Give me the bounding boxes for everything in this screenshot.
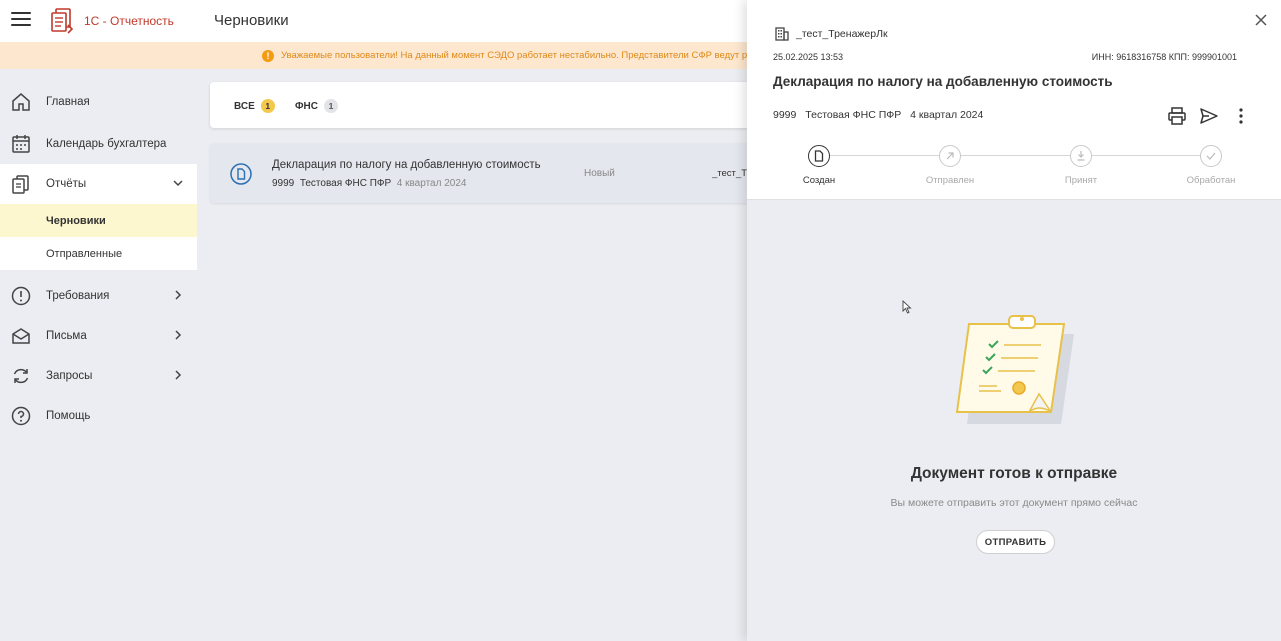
more-vertical-icon[interactable] (1231, 106, 1251, 126)
count-badge: 1 (323, 99, 338, 113)
row-period: 4 квартал 2024 (396, 178, 467, 189)
warning-icon: ! (262, 50, 274, 62)
sidebar-item-label: Запросы (46, 370, 93, 382)
banner-text: Уважаемые пользователи! На данный момент… (281, 50, 748, 61)
envelope-icon (12, 328, 30, 344)
status-stepper: Создан Отправлен Принят Обработан (799, 145, 1235, 190)
brand-name[interactable]: 1С - Отчетность (84, 14, 174, 28)
step-sent: Отправлен (910, 145, 990, 186)
document-date: 25.02.2025 13:53 (773, 52, 844, 62)
tab-label: ВСЕ (234, 100, 255, 112)
tab-label: ФНС (295, 100, 318, 112)
row-title: Декларация по налогу на добавленную стои… (272, 159, 541, 171)
step-label: Обработан (1186, 175, 1236, 186)
sidebar-item-letters[interactable]: Письма (0, 316, 197, 356)
reports-submenu: Черновики Отправленные (0, 204, 197, 270)
sidebar-item-label: Календарь бухгалтера (46, 138, 167, 150)
step-accepted: Принят (1041, 145, 1121, 186)
sidebar-item-label: Требования (46, 290, 110, 302)
refresh-icon (13, 368, 29, 384)
step-label: Принят (1064, 175, 1098, 186)
calendar-icon (12, 135, 30, 153)
sidebar-item-label: Главная (46, 96, 90, 108)
mouse-cursor-icon (902, 300, 912, 314)
download-icon (1070, 145, 1092, 167)
status-text: Новый (584, 168, 615, 179)
panel-header: _тест_ТренажерЛк 25.02.2025 13:53 ИНН: 9… (747, 0, 1281, 200)
document-code: 9999 (773, 109, 797, 121)
document-icon (230, 163, 252, 185)
step-label: Отправлен (925, 175, 975, 186)
sidebar-item-help[interactable]: Помощь (0, 396, 197, 436)
sidebar-item-queries[interactable]: Запросы (0, 356, 197, 396)
sidebar-item-calendar[interactable]: Календарь бухгалтера (0, 124, 197, 164)
home-icon (12, 93, 30, 111)
row-org: _тест_Тр (712, 168, 750, 179)
help-icon (11, 406, 31, 426)
document-agency: Тестовая ФНС ПФР (805, 109, 902, 121)
inn-kpp: ИНН: 9618316758 КПП: 999901001 (1091, 52, 1237, 62)
table-row[interactable]: Декларация по налогу на добавленную стои… (210, 143, 750, 203)
document-title: Декларация по налогу на добавленную стои… (773, 74, 1113, 89)
chevron-right-icon (175, 330, 182, 340)
tab-fns[interactable]: ФНС 1 (295, 99, 338, 113)
document-period: 4 квартал 2024 (910, 109, 984, 121)
building-icon (775, 27, 789, 41)
sidebar: Главная Календарь бухгалтера Отчёты Черн… (0, 80, 197, 436)
row-agency: Тестовая ФНС ПФР (299, 178, 392, 189)
sidebar-item-home[interactable]: Главная (0, 80, 197, 124)
stepper-line (819, 155, 1211, 156)
arrow-up-right-icon (939, 145, 961, 167)
document-icon (808, 145, 830, 167)
document-meta: 9999 Тестовая ФНС ПФР 4 квартал 2024 (773, 109, 983, 121)
reports-icon (12, 175, 29, 194)
row-code: 9999 (272, 178, 295, 189)
check-icon (1200, 145, 1222, 167)
page-title: Черновики (214, 12, 289, 29)
count-badge: 1 (260, 99, 275, 113)
close-icon[interactable] (1255, 14, 1267, 26)
menu-icon[interactable] (11, 12, 31, 28)
sidebar-item-label: Помощь (46, 410, 91, 422)
alert-circle-icon (11, 286, 31, 306)
send-button[interactable]: ОТПРАВИТЬ (976, 530, 1055, 554)
sidebar-item-reports[interactable]: Отчёты (0, 164, 197, 204)
step-label: Создан (802, 175, 836, 186)
send-icon[interactable] (1199, 106, 1219, 126)
ready-title: Документ готов к отправке (910, 465, 1118, 482)
sidebar-item-label: Письма (46, 330, 87, 342)
chevron-right-icon (175, 370, 182, 380)
print-icon[interactable] (1167, 106, 1187, 126)
clipboard-illustration-icon (955, 315, 1074, 424)
sidebar-item-label: Отчёты (46, 178, 87, 190)
tab-all[interactable]: ВСЕ 1 (234, 99, 275, 113)
organization-name: _тест_ТренажерЛк (796, 28, 888, 40)
ready-subtitle: Вы можете отправить этот документ прямо … (890, 497, 1138, 509)
document-panel: _тест_ТренажерЛк 25.02.2025 13:53 ИНН: 9… (747, 0, 1281, 641)
chevron-down-icon (173, 180, 183, 187)
filter-tabs: ВСЕ 1 ФНС 1 (210, 82, 750, 128)
step-processed: Обработан (1171, 145, 1251, 186)
sidebar-item-drafts[interactable]: Черновики (0, 204, 197, 237)
sidebar-item-sent[interactable]: Отправленные (0, 237, 197, 270)
row-meta: 9999 Тестовая ФНС ПФР 4 квартал 2024 (272, 178, 466, 189)
sidebar-item-requirements[interactable]: Требования (0, 276, 197, 316)
step-created: Создан (779, 145, 859, 186)
logo-icon (51, 8, 74, 34)
chevron-right-icon (175, 290, 182, 300)
